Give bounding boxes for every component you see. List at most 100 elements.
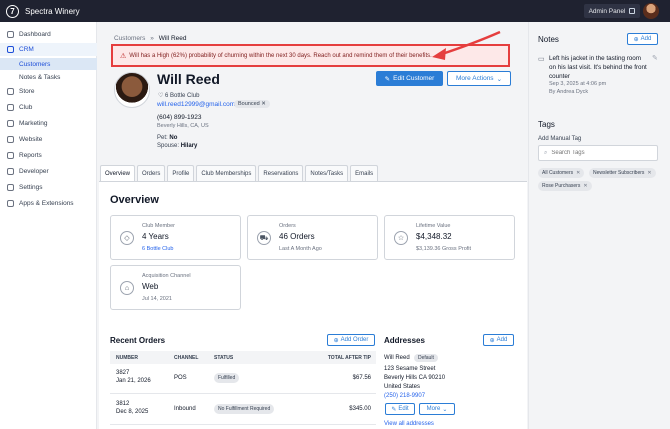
close-icon[interactable]: ✕ (647, 170, 651, 176)
more-address-label: More (426, 406, 441, 412)
tag-label: Newsletter Subscribers (593, 170, 645, 176)
tag-chip: All Customers ✕ (538, 168, 585, 178)
comment-icon: ▭ (538, 56, 545, 63)
search-input[interactable] (551, 150, 652, 156)
tab-emails[interactable]: Emails (350, 165, 379, 181)
tab-club-memberships[interactable]: Club Memberships (196, 165, 257, 181)
logo-icon[interactable]: 7 (6, 4, 19, 18)
pet-label: Pet: (157, 135, 168, 141)
sidebar-item-marketing[interactable]: Marketing (0, 117, 97, 130)
tag-search-field[interactable]: ⌕ (538, 145, 658, 161)
note-author: By Andrea Dyck (549, 89, 589, 95)
admin-panel-button[interactable]: Admin Panel (584, 4, 640, 18)
edit-address-label: Edit (398, 406, 409, 412)
tab-orders[interactable]: Orders (137, 165, 166, 181)
card-label: Orders (279, 223, 296, 229)
edit-address-button[interactable]: ✎ Edit (385, 403, 415, 415)
card-label: Lifetime Value (416, 223, 451, 229)
sidebar-item-dashboard[interactable]: Dashboard (0, 28, 97, 41)
tab-reservations[interactable]: Reservations (258, 165, 304, 181)
sidebar-item-website[interactable]: Website (0, 133, 97, 146)
address-city: Beverly Hills CA 90210 (384, 375, 446, 381)
recent-orders-title: Recent Orders (110, 336, 166, 345)
close-icon[interactable]: ✕ (583, 183, 587, 189)
diamond-icon: ◇ (120, 231, 134, 245)
more-address-button[interactable]: More ⌄ (419, 403, 455, 415)
email-status-badge: Bounced ✕ (234, 100, 270, 108)
lifetime-value-card: ☆ Lifetime Value $4,348.32 $3,139.36 Gro… (384, 215, 515, 260)
club-name: 6 Bottle Club (165, 93, 200, 99)
store-icon (7, 88, 14, 95)
spouse-label: Spouse: (157, 143, 180, 149)
sidebar-item-settings[interactable]: Settings (0, 181, 97, 194)
red-arrow-annotation (432, 30, 501, 60)
table-row[interactable]: 3812 Dec 8, 2025 Inbound No Fulfillment … (110, 395, 376, 425)
edit-customer-button[interactable]: ✎ Edit Customer (376, 71, 443, 86)
column-header: CHANNEL (174, 355, 199, 361)
customer-phone: (604) 899-1923 (157, 114, 202, 121)
tab-notes-tasks[interactable]: Notes/Tasks (305, 165, 349, 181)
orders-table-header: NUMBER CHANNEL STATUS TOTAL AFTER TIP (110, 351, 376, 364)
status-badge: Fulfilled (214, 373, 240, 383)
sidebar-item-notes-tasks[interactable]: Notes & Tasks (0, 71, 97, 83)
order-number[interactable]: 3827 (116, 370, 129, 376)
order-total: $67.56 (352, 375, 371, 381)
pencil-icon[interactable]: ✎ (652, 54, 658, 62)
more-actions-button[interactable]: More Actions ⌄ (447, 71, 511, 86)
club-icon (7, 104, 14, 111)
add-order-button[interactable]: ⊕ Add Order (327, 334, 375, 346)
customer-email[interactable]: will.reed12999@gmail.com (157, 101, 235, 108)
sidebar-item-customers[interactable]: Customers (0, 58, 97, 70)
plus-icon: ⊕ (489, 337, 495, 344)
card-label: Acquisition Channel (142, 273, 191, 279)
sidebar-item-crm[interactable]: CRM (0, 43, 97, 56)
sidebar-item-label: Marketing (19, 120, 48, 127)
admin-panel-label: Admin Panel (588, 7, 626, 15)
view-all-addresses-link[interactable]: View all addresses (384, 421, 434, 427)
order-number[interactable]: 3812 (116, 401, 129, 407)
status-badge: No Fulfillment Required (214, 404, 275, 414)
chevron-down-icon: ⌄ (442, 406, 448, 413)
edit-customer-label: Edit Customer (393, 75, 435, 82)
tab-overview[interactable]: Overview (100, 165, 136, 181)
tab-profile[interactable]: Profile (167, 165, 195, 181)
sidebar-item-apps-extensions[interactable]: Apps & Extensions (0, 197, 97, 210)
breadcrumb-parent[interactable]: Customers (114, 35, 145, 42)
star-icon: ☆ (394, 231, 408, 245)
address-country: United States (384, 384, 421, 390)
order-total: $345.00 (349, 406, 371, 412)
sidebar-item-store[interactable]: Store (0, 85, 97, 98)
add-address-button[interactable]: ⊕ Add (483, 334, 514, 346)
tag-label: All Customers (542, 170, 574, 176)
plus-icon: ⊕ (633, 36, 639, 43)
breadcrumb: Customers » Will Reed (114, 35, 187, 42)
overview-title: Overview (110, 194, 159, 206)
card-value: $4,348.32 (416, 232, 452, 241)
card-sub[interactable]: 6 Bottle Club (142, 246, 174, 252)
store-icon: ⌂ (120, 281, 134, 295)
sidebar-item-developer[interactable]: Developer (0, 165, 97, 178)
plus-icon: ⊕ (333, 337, 339, 344)
table-row[interactable]: 3827 Jan 21, 2026 POS Fulfilled $67.56 (110, 364, 376, 394)
app-name: Spectra Winery (25, 6, 80, 16)
column-header: TOTAL AFTER TIP (327, 355, 371, 361)
tag-chip: Rose Purchasers ✕ (538, 181, 592, 191)
address-phone[interactable]: (250) 218-9907 (384, 393, 425, 399)
user-avatar[interactable] (643, 3, 659, 19)
email-status-label: Bounced (238, 101, 260, 107)
customer-tabs: Overview Orders Profile Club Memberships… (100, 165, 380, 181)
add-note-button[interactable]: ⊕ Add (627, 33, 658, 45)
cart-icon: ⛟ (257, 231, 271, 245)
add-order-label: Add Order (340, 337, 369, 343)
customer-location: Beverly Hills, CA, US (157, 123, 209, 129)
website-icon (7, 136, 14, 143)
sidebar-item-label: CRM (19, 46, 34, 53)
club-membership: ♡ 6 Bottle Club (158, 92, 199, 99)
add-address-label: Add (496, 337, 508, 343)
close-icon[interactable]: ✕ (576, 170, 580, 176)
addresses-title: Addresses (384, 336, 425, 345)
close-icon[interactable]: ✕ (261, 101, 266, 107)
sidebar-item-reports[interactable]: Reports (0, 149, 97, 162)
sidebar-item-club[interactable]: Club (0, 101, 97, 114)
order-date: Jan 21, 2026 (116, 378, 151, 384)
